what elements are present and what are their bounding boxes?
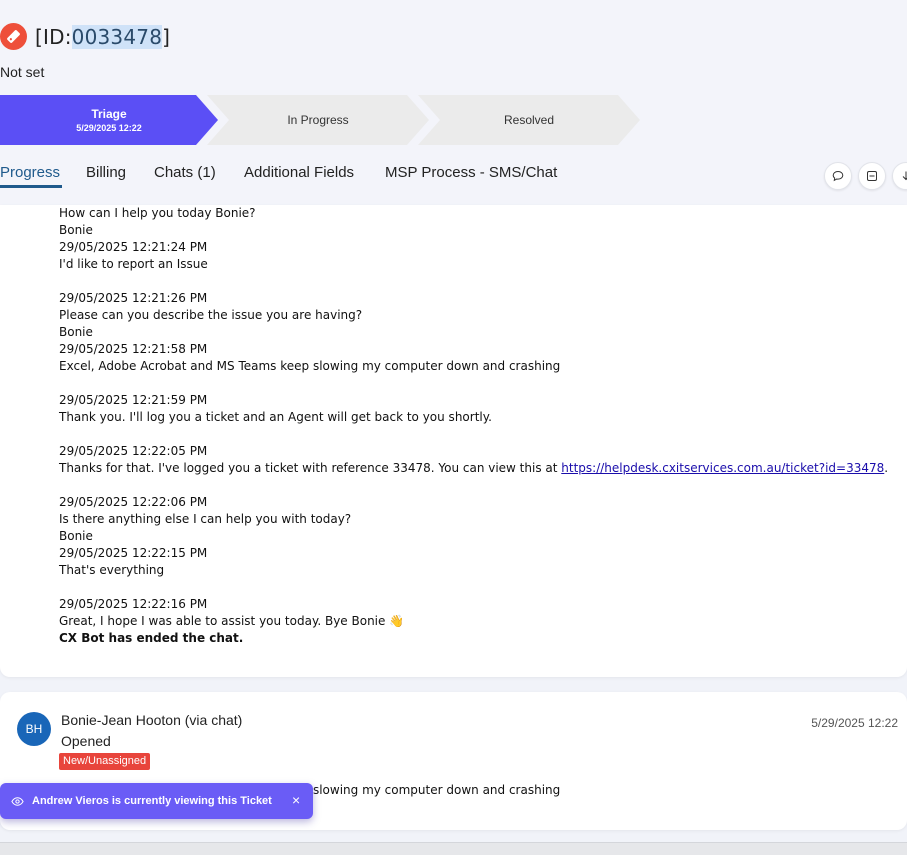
transcript-line: 29/05/2025 12:21:58 PM <box>59 342 208 356</box>
comment-icon <box>832 170 844 182</box>
transcript-line: 29/05/2025 12:21:26 PM <box>59 291 208 305</box>
transcript-line: 29/05/2025 12:22:16 PM <box>59 597 208 611</box>
eye-icon <box>11 797 24 806</box>
stage-triage[interactable]: Triage 5/29/2025 12:22 <box>0 95 218 145</box>
ticket-id: 0033478 <box>71 25 163 49</box>
chat-transcript: How can I help you today Bonie? Bonie 29/0… <box>59 205 899 647</box>
transcript-spacer <box>59 426 899 443</box>
ticket-icon <box>0 23 27 50</box>
tab-billing[interactable]: Billing <box>86 164 126 181</box>
stage-label: Resolved <box>503 113 555 127</box>
tab-additional-fields[interactable]: Additional Fields <box>244 164 354 181</box>
ticket-header: [ID:0033478] Not set Triage 5/29/2025 12… <box>0 0 907 205</box>
transcript-line: 29/05/2025 12:22:15 PM <box>59 546 208 560</box>
ticket-subtitle: Not set <box>0 64 45 80</box>
entry-author: Bonie-Jean Hooton (via chat) <box>61 712 243 728</box>
transcript-line: 29/05/2025 12:21:24 PM <box>59 240 208 254</box>
avatar: BH <box>17 712 51 746</box>
transcript-spacer <box>59 273 899 290</box>
stage-date: 5/29/2025 12:22 <box>76 123 142 133</box>
ticket-id-suffix: ] <box>162 25 171 49</box>
ticket-id-prefix: [ID: <box>35 25 72 49</box>
transcript-spacer <box>59 477 899 494</box>
status-badge: New/Unassigned <box>59 753 151 770</box>
transcript-line: 29/05/2025 12:21:59 PM <box>59 393 208 407</box>
stage-label: Triage <box>91 107 127 121</box>
transcript-line: Bonie <box>59 325 93 339</box>
chat-transcript-card: How can I help you today Bonie? Bonie 29/0… <box>0 205 907 677</box>
transcript-line: I'd like to report an Issue <box>59 257 208 271</box>
transcript-line: Please can you describe the issue you ar… <box>59 308 363 322</box>
tab-chats[interactable]: Chats (1) <box>154 164 216 181</box>
transcript-link-line: Thanks for that. I've logged you a ticke… <box>59 460 899 477</box>
download-button[interactable] <box>892 162 907 190</box>
toast-message: Andrew Vieros is currently viewing this … <box>32 795 272 807</box>
download-icon <box>902 171 907 181</box>
stage-resolved[interactable]: Resolved <box>418 95 640 145</box>
stage-in-progress[interactable]: In Progress <box>207 95 429 145</box>
tab-progress[interactable]: Progress <box>0 164 60 181</box>
horizontal-scrollbar[interactable] <box>0 842 907 855</box>
active-tab-indicator <box>0 185 62 188</box>
transcript-line: Is there anything else I can help you wi… <box>59 512 352 526</box>
chat-ended-notice: CX Bot has ended the chat. <box>59 631 244 645</box>
status-pipeline: Triage 5/29/2025 12:22 In Progress Resol… <box>0 95 650 145</box>
stage-label: In Progress <box>287 113 349 127</box>
transcript-line: 29/05/2025 12:22:05 PM <box>59 444 208 458</box>
entry-status: Opened <box>61 733 111 749</box>
transcript-line: Thank you. I'll log you a ticket and an … <box>59 410 492 424</box>
transcript-line: Bonie <box>59 529 93 543</box>
ticket-title: [ID:0033478] <box>35 25 170 49</box>
transcript-line: How can I help you today Bonie? <box>59 206 256 220</box>
minimize-button[interactable] <box>858 162 886 190</box>
transcript-spacer <box>59 375 899 392</box>
tab-msp-process[interactable]: MSP Process - SMS/Chat <box>385 164 557 181</box>
minimize-icon <box>867 171 877 181</box>
transcript-line: Bonie <box>59 223 93 237</box>
transcript-line: Great, I hope I was able to assist you t… <box>59 614 405 628</box>
transcript-line: 29/05/2025 12:22:06 PM <box>59 495 208 509</box>
transcript-spacer <box>59 579 899 596</box>
ticket-link[interactable]: https://helpdesk.cxitservices.com.au/tic… <box>561 461 884 475</box>
transcript-text: . <box>884 461 889 475</box>
entry-date: 5/29/2025 12:22 <box>811 716 898 730</box>
viewer-notification-toast: Andrew Vieros is currently viewing this … <box>0 783 313 819</box>
transcript-text: Thanks for that. I've logged you a ticke… <box>59 461 562 475</box>
transcript-line: That's everything <box>59 563 165 577</box>
comment-button[interactable] <box>824 162 852 190</box>
transcript-line: Excel, Adobe Acrobat and MS Teams keep s… <box>59 359 561 373</box>
close-icon[interactable]: × <box>292 792 300 808</box>
